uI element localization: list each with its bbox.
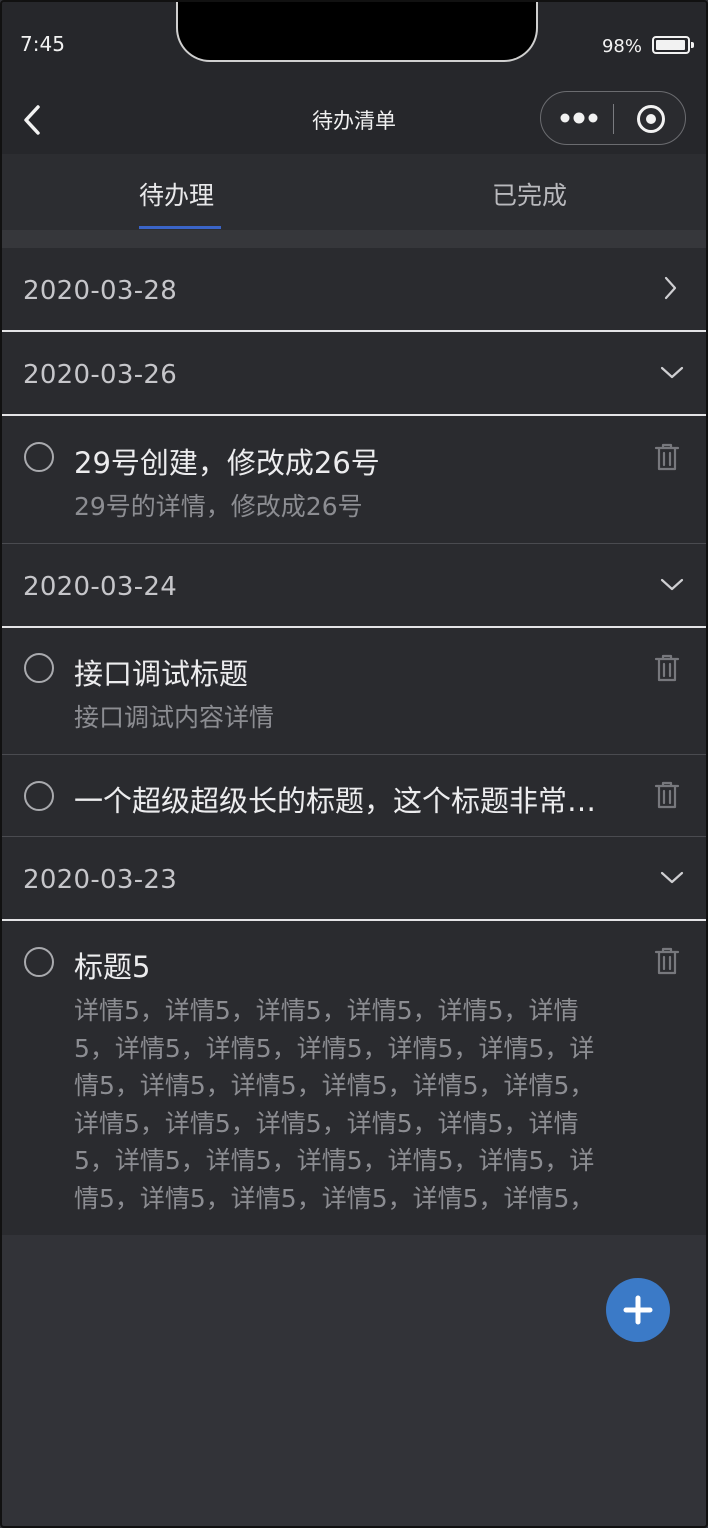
date-group-header[interactable]: 2020-03-24 (2, 544, 706, 628)
notch (176, 2, 538, 62)
tab-completed[interactable]: 已完成 (492, 176, 567, 212)
divider (2, 230, 706, 248)
more-dots-icon[interactable] (559, 102, 599, 134)
battery-icon (652, 36, 694, 54)
group-date: 2020-03-28 (23, 276, 178, 306)
todo-detail: 接口调试内容详情 (74, 703, 275, 732)
trash-icon[interactable] (654, 780, 680, 810)
chevron-down-icon (660, 865, 684, 889)
checkbox[interactable] (24, 781, 54, 811)
list-item[interactable]: 标题5 详情5，详情5，详情5，详情5，详情5，详情 5，详情5，详情5，详情5… (2, 921, 706, 1235)
trash-icon[interactable] (654, 653, 680, 683)
date-group-header[interactable]: 2020-03-26 (2, 332, 706, 416)
todo-detail: 29号的详情，修改成26号 (74, 492, 363, 521)
todo-detail-line: 详情5，详情5，详情5，详情5，详情5，详情 (74, 1108, 579, 1138)
todo-title: 29号创建，修改成26号 (74, 446, 380, 480)
tab-bar: 待办理 已完成 (2, 154, 706, 230)
todo-title: 一个超级超级长的标题，这个标题非常… (74, 784, 597, 818)
plus-icon (623, 1295, 653, 1325)
status-time: 7:45 (20, 32, 65, 56)
phone-screen: 7:45 98% 待办清单 待办理 已完成 2020-03-28 2020-03… (0, 0, 708, 1528)
add-todo-button[interactable] (606, 1278, 670, 1342)
battery-percent: 98% (601, 36, 642, 57)
nav-bar: 待办清单 (2, 88, 706, 154)
todo-detail: 详情5，详情5，详情5，详情5，详情5，详情 5，详情5，详情5，详情5，详情5… (74, 992, 646, 1217)
todo-detail-line: 5，详情5，详情5，详情5，详情5，详情5，详 (74, 1146, 595, 1175)
chevron-down-icon (660, 360, 684, 384)
todo-detail-line: 情5，详情5，详情5，详情5，详情5，详情5， (74, 1183, 595, 1213)
date-group-header[interactable]: 2020-03-28 (2, 248, 706, 332)
chevron-down-icon (660, 572, 684, 596)
group-date: 2020-03-26 (23, 360, 178, 390)
date-group-header[interactable]: 2020-03-23 (2, 837, 706, 921)
todo-detail-line: 情5，详情5，详情5，详情5，详情5，详情5， (74, 1071, 595, 1100)
list-item[interactable]: 29号创建，修改成26号 29号的详情，修改成26号 (2, 416, 706, 544)
target-icon[interactable] (635, 103, 667, 135)
checkbox[interactable] (24, 653, 54, 683)
todo-list: 2020-03-28 2020-03-26 29号创建，修改成26号 29号的详… (2, 248, 706, 1235)
todo-detail-line: 5，详情5，详情5，详情5，详情5，详情5，详 (74, 1033, 595, 1063)
trash-icon[interactable] (654, 946, 680, 976)
group-date: 2020-03-23 (23, 865, 178, 895)
checkbox[interactable] (24, 442, 54, 472)
tab-active-indicator (139, 226, 221, 229)
tab-pending[interactable]: 待办理 (139, 176, 214, 212)
list-item[interactable]: 接口调试标题 接口调试内容详情 (2, 628, 706, 755)
todo-title: 接口调试标题 (74, 657, 249, 691)
status-bar: 7:45 98% (2, 2, 706, 88)
chevron-right-icon (660, 276, 680, 300)
todo-title: 标题5 (74, 950, 151, 984)
todo-detail-line: 详情5，详情5，详情5，详情5，详情5，详情 (74, 996, 579, 1025)
checkbox[interactable] (24, 947, 54, 977)
trash-icon[interactable] (654, 442, 680, 472)
menu-capsule (540, 91, 686, 145)
group-date: 2020-03-24 (23, 572, 178, 602)
capsule-divider (613, 104, 614, 134)
list-item[interactable]: 一个超级超级长的标题，这个标题非常… (2, 755, 706, 837)
